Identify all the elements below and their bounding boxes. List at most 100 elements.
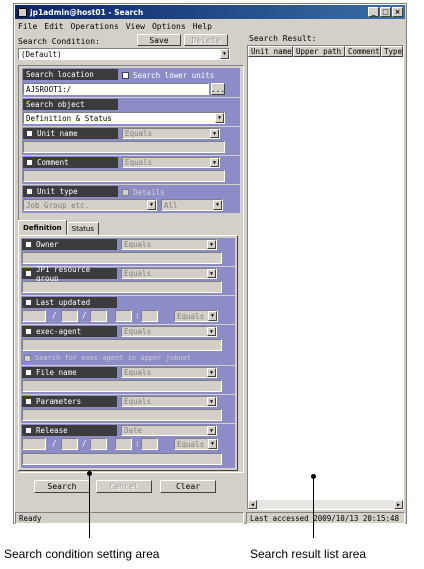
chevron-down-icon[interactable]: ▼ — [207, 269, 216, 278]
search-button[interactable]: Search — [34, 480, 90, 493]
menu-help[interactable]: Help — [193, 22, 212, 31]
checkbox-icon[interactable] — [122, 71, 129, 79]
owner-match-select[interactable]: Equals ▼ — [121, 239, 217, 250]
parameters-label[interactable]: Parameters — [22, 396, 117, 407]
chevron-down-icon[interactable]: ▼ — [207, 240, 216, 249]
release-extra-input[interactable] — [22, 453, 222, 465]
jp1-resource-group-match-select[interactable]: Equals ▼ — [121, 268, 217, 279]
comment-match-select[interactable]: Equals ▼ — [122, 157, 220, 168]
checkbox-icon[interactable] — [122, 188, 129, 196]
checkbox-icon[interactable] — [25, 427, 32, 434]
release-match-select[interactable]: Equals ▼ — [174, 438, 218, 450]
last-updated-match-select[interactable]: Equals ▼ — [174, 310, 218, 322]
search-object-select[interactable]: Definition & Status ▼ — [23, 112, 225, 124]
exec-agent-input[interactable] — [22, 339, 222, 351]
last-updated-month-input[interactable] — [61, 310, 78, 322]
release-date-select[interactable]: Date ▼ — [121, 425, 217, 436]
checkbox-icon[interactable] — [25, 241, 32, 248]
delete-button[interactable]: Delete — [184, 34, 228, 46]
search-condition-select[interactable]: (Default) ▼ — [18, 48, 230, 60]
menu-operations[interactable]: Operations — [71, 22, 119, 31]
chevron-down-icon[interactable]: ▼ — [207, 368, 216, 377]
checkbox-icon[interactable] — [25, 328, 32, 335]
owner-input[interactable] — [22, 252, 222, 264]
chevron-down-icon[interactable]: ▼ — [207, 327, 216, 336]
unit-type-label[interactable]: Unit type — [23, 186, 118, 197]
column-header-unit-name[interactable]: Unit name — [248, 46, 293, 57]
parameters-input[interactable] — [22, 409, 222, 421]
chevron-down-icon[interactable]: ▼ — [210, 129, 219, 138]
menu-options[interactable]: Options — [152, 22, 186, 31]
horizontal-scrollbar[interactable]: ◀ ▶ — [248, 500, 403, 509]
unit-name-input[interactable] — [23, 141, 225, 153]
checkbox-icon[interactable] — [26, 159, 33, 166]
file-name-input[interactable] — [22, 380, 222, 392]
comment-label[interactable]: Comment — [23, 157, 118, 168]
checkbox-icon[interactable] — [25, 369, 32, 376]
checkbox-icon[interactable] — [24, 354, 31, 362]
chevron-down-icon[interactable]: ▼ — [207, 397, 216, 406]
tab-definition[interactable]: Definition — [18, 220, 67, 235]
cancel-button[interactable]: Cancel — [96, 480, 152, 493]
browse-button[interactable]: ... — [211, 83, 225, 95]
menu-file[interactable]: File — [18, 22, 37, 31]
close-icon[interactable]: × — [392, 7, 403, 17]
release-label[interactable]: Release — [22, 425, 117, 436]
last-updated-label[interactable]: Last updated — [22, 297, 117, 308]
column-header-comment[interactable]: Comment — [345, 46, 381, 57]
chevron-down-icon[interactable]: ▼ — [210, 158, 219, 167]
last-updated-hour-input[interactable] — [115, 310, 132, 322]
checkbox-icon[interactable] — [26, 188, 33, 195]
chevron-down-icon[interactable]: ▼ — [147, 200, 156, 210]
chevron-down-icon[interactable]: ▼ — [213, 200, 222, 210]
parameters-match-select[interactable]: Equals ▼ — [121, 396, 217, 407]
checkbox-icon[interactable] — [25, 299, 32, 306]
unit-name-match-select[interactable]: Equals ▼ — [122, 128, 220, 139]
chevron-down-icon[interactable]: ▼ — [207, 426, 216, 435]
menu-edit[interactable]: Edit — [44, 22, 63, 31]
unit-type-all-select[interactable]: All ▼ — [161, 199, 223, 211]
chevron-down-icon[interactable]: ▼ — [220, 49, 229, 59]
search-location-input[interactable]: AJSROOT1:/ — [23, 83, 209, 95]
exec-agent-match-select[interactable]: Equals ▼ — [121, 326, 217, 337]
search-upper-jobnet-checkbox[interactable]: Search for exec-agent in upper jobnet — [24, 353, 191, 363]
menu-view[interactable]: View — [126, 22, 145, 31]
save-button[interactable]: Save — [137, 34, 181, 46]
release-hour-input[interactable] — [115, 438, 132, 450]
chevron-down-icon[interactable]: ▼ — [208, 311, 217, 321]
release-month-input[interactable] — [61, 438, 78, 450]
search-lower-units-checkbox[interactable]: Search lower units — [122, 70, 214, 80]
last-updated-day-input[interactable] — [90, 310, 107, 322]
minimize-icon[interactable]: _ — [368, 7, 379, 17]
unit-name-label[interactable]: Unit name — [23, 128, 118, 139]
column-header-type[interactable]: Type — [381, 46, 403, 57]
tab-status[interactable]: Status — [66, 222, 99, 235]
unit-type-select[interactable]: Job Group etc. ▼ — [23, 199, 157, 211]
file-name-label[interactable]: File name — [22, 367, 117, 378]
owner-label[interactable]: Owner — [22, 239, 117, 250]
scroll-right-icon[interactable]: ▶ — [394, 500, 403, 509]
unit-name-match-value: Equals — [125, 129, 153, 138]
search-result-table[interactable]: Unit name Upper path Comment Type ◀ ▶ — [247, 45, 404, 510]
last-updated-minute-input[interactable] — [141, 310, 158, 322]
maximize-icon[interactable]: □ — [380, 7, 391, 17]
jp1-resource-group-match-value: Equals — [124, 269, 152, 278]
release-year-input[interactable] — [22, 438, 46, 450]
last-updated-year-input[interactable] — [22, 310, 46, 322]
column-header-upper-path[interactable]: Upper path — [293, 46, 345, 57]
checkbox-icon[interactable] — [25, 398, 32, 405]
jp1-resource-group-label[interactable]: JP1 resource group — [22, 265, 117, 283]
release-day-input[interactable] — [90, 438, 107, 450]
exec-agent-label[interactable]: exec-agent — [22, 326, 117, 337]
chevron-down-icon[interactable]: ▼ — [215, 113, 224, 123]
chevron-down-icon[interactable]: ▼ — [208, 439, 217, 449]
scroll-left-icon[interactable]: ◀ — [248, 500, 257, 509]
comment-input[interactable] — [23, 170, 225, 182]
release-minute-input[interactable] — [141, 438, 158, 450]
jp1-resource-group-input[interactable] — [22, 281, 222, 293]
clear-button[interactable]: Clear — [160, 480, 216, 493]
checkbox-icon[interactable] — [25, 270, 32, 277]
file-name-match-select[interactable]: Equals ▼ — [121, 367, 217, 378]
details-checkbox[interactable]: Details — [122, 187, 165, 197]
checkbox-icon[interactable] — [26, 130, 33, 137]
